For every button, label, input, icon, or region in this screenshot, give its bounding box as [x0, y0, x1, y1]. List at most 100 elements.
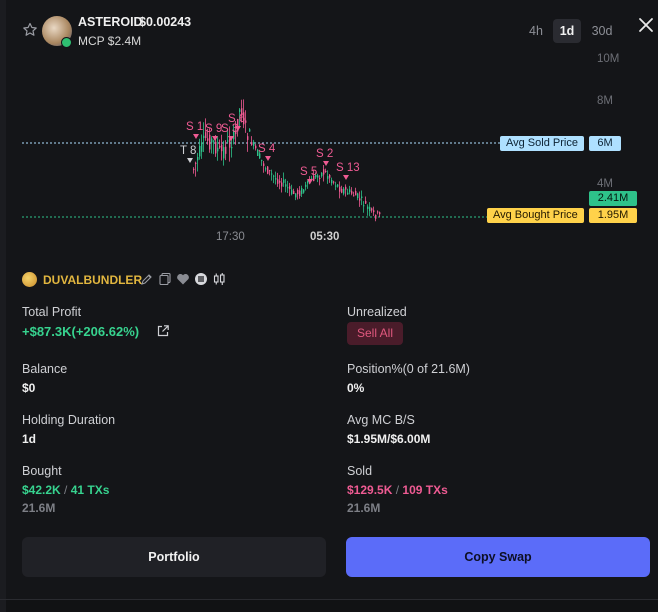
- candle-body: [353, 195, 355, 197]
- candle-body: [201, 142, 203, 152]
- bottom-divider: [0, 599, 658, 600]
- candle-body: [377, 211, 379, 213]
- candle-body: [369, 207, 371, 212]
- candle-body: [229, 138, 231, 148]
- timeframe-1d[interactable]: 1d: [553, 19, 581, 43]
- candle-body: [253, 141, 255, 146]
- candle-body: [197, 156, 199, 161]
- balance-value: $0: [22, 381, 36, 395]
- candle-body: [321, 172, 323, 177]
- bought-txs: 41 TXs: [70, 483, 110, 497]
- candle-body: [363, 205, 365, 207]
- candle-body: [247, 136, 249, 140]
- candle-body: [367, 206, 369, 209]
- position-label: Position%(0 of 21.6M): [347, 362, 470, 376]
- candle-body: [213, 140, 215, 142]
- candle-body: [195, 162, 197, 164]
- candle-body: [303, 189, 305, 193]
- candle-body: [297, 189, 299, 195]
- heart-icon[interactable]: [176, 272, 190, 286]
- price-chart[interactable]: T 8S 1S 9S 3S 6S 4S 5S 2S 13 10M 8M 6M 4…: [0, 44, 658, 264]
- candle-body: [325, 170, 327, 172]
- star-icon[interactable]: [22, 22, 38, 38]
- candle-body: [349, 189, 351, 193]
- edit-icon[interactable]: [140, 272, 154, 286]
- candle-body: [261, 159, 263, 161]
- bought-summary: $42.2K / 41 TXs: [22, 483, 109, 497]
- candle-body: [335, 185, 337, 187]
- candle-body: [295, 193, 297, 198]
- sold-summary: $129.5K / 109 TXs: [347, 483, 448, 497]
- copy-swap-button[interactable]: Copy Swap: [346, 537, 650, 577]
- candle-body: [301, 188, 303, 194]
- bought-amount: $42.2K: [22, 483, 61, 497]
- sold-separator: /: [395, 483, 400, 497]
- trade-marker-label: S 6: [228, 113, 245, 125]
- close-icon[interactable]: [636, 15, 656, 35]
- position-value: 0%: [347, 381, 365, 395]
- candle-body: [285, 184, 287, 187]
- candle-body: [251, 142, 253, 145]
- trade-marker-label: S 2: [316, 148, 333, 160]
- y-tick-8m: 8M: [597, 95, 613, 107]
- candles-icon[interactable]: [212, 272, 226, 286]
- candle-body: [255, 145, 257, 149]
- candle-body: [199, 145, 201, 157]
- portfolio-button[interactable]: Portfolio: [22, 537, 326, 577]
- candle-body: [291, 189, 293, 195]
- bought-separator: /: [64, 483, 68, 497]
- bought-label: Bought: [22, 464, 62, 478]
- sell-all-button[interactable]: Sell All: [347, 322, 403, 345]
- candle-body: [361, 196, 363, 199]
- trade-marker-label: S 13: [336, 162, 360, 174]
- candle-body: [373, 210, 375, 213]
- candle-body: [299, 190, 301, 196]
- candle-body: [275, 178, 277, 180]
- avg-bought-price-value: 1.95M: [589, 208, 637, 223]
- bought-tokens: 21.6M: [22, 501, 56, 515]
- y-tick-4m: 4M: [597, 178, 613, 190]
- candle-body: [347, 192, 349, 195]
- candle-body: [333, 181, 335, 183]
- avg-sold-price-value: 6M: [589, 136, 621, 151]
- candle-body: [379, 212, 381, 215]
- candle-body: [271, 173, 273, 175]
- candle-body: [365, 200, 367, 204]
- candle-body: [331, 179, 333, 184]
- trade-marker-label: S 5: [300, 166, 317, 178]
- total-profit-value: +$87.3K(+206.62%): [22, 324, 140, 339]
- candle-body: [375, 215, 377, 219]
- candle-body: [249, 129, 251, 132]
- candle-body: [351, 191, 353, 194]
- sold-amount: $129.5K: [347, 483, 393, 497]
- total-profit-label: Total Profit: [22, 305, 82, 319]
- trade-marker-label: T 8: [180, 145, 196, 157]
- candle-body: [327, 176, 329, 179]
- candle-body: [359, 198, 361, 201]
- candle-body: [281, 182, 283, 187]
- copy-icon[interactable]: [158, 272, 172, 286]
- token-price: $0.00243: [139, 15, 192, 29]
- candle-body: [227, 140, 229, 142]
- candle-body: [193, 168, 195, 171]
- candle-body: [219, 145, 221, 148]
- holding-duration-label: Holding Duration: [22, 413, 116, 427]
- trade-marker-label: S 1: [186, 121, 203, 133]
- candle-body: [225, 146, 227, 154]
- wallet-name[interactable]: DUVALBUNDLER: [43, 273, 142, 287]
- wallet-avatar: [22, 272, 37, 287]
- y-tick-10m: 10M: [597, 53, 620, 65]
- x-tick-1730: 17:30: [216, 231, 245, 243]
- candle-body: [355, 191, 357, 196]
- candle-body: [209, 134, 211, 150]
- candle-body: [221, 144, 223, 152]
- timeframe-30d[interactable]: 30d: [587, 19, 617, 43]
- explorer-icon[interactable]: [194, 272, 208, 286]
- sold-txs: 109 TXs: [402, 483, 448, 497]
- x-tick-0530: 05:30: [310, 231, 340, 243]
- trade-marker-arrow: [187, 158, 193, 163]
- candle-body: [287, 187, 289, 189]
- external-link-icon[interactable]: [156, 324, 170, 338]
- timeframe-4h[interactable]: 4h: [524, 19, 548, 43]
- candle-body: [289, 186, 291, 190]
